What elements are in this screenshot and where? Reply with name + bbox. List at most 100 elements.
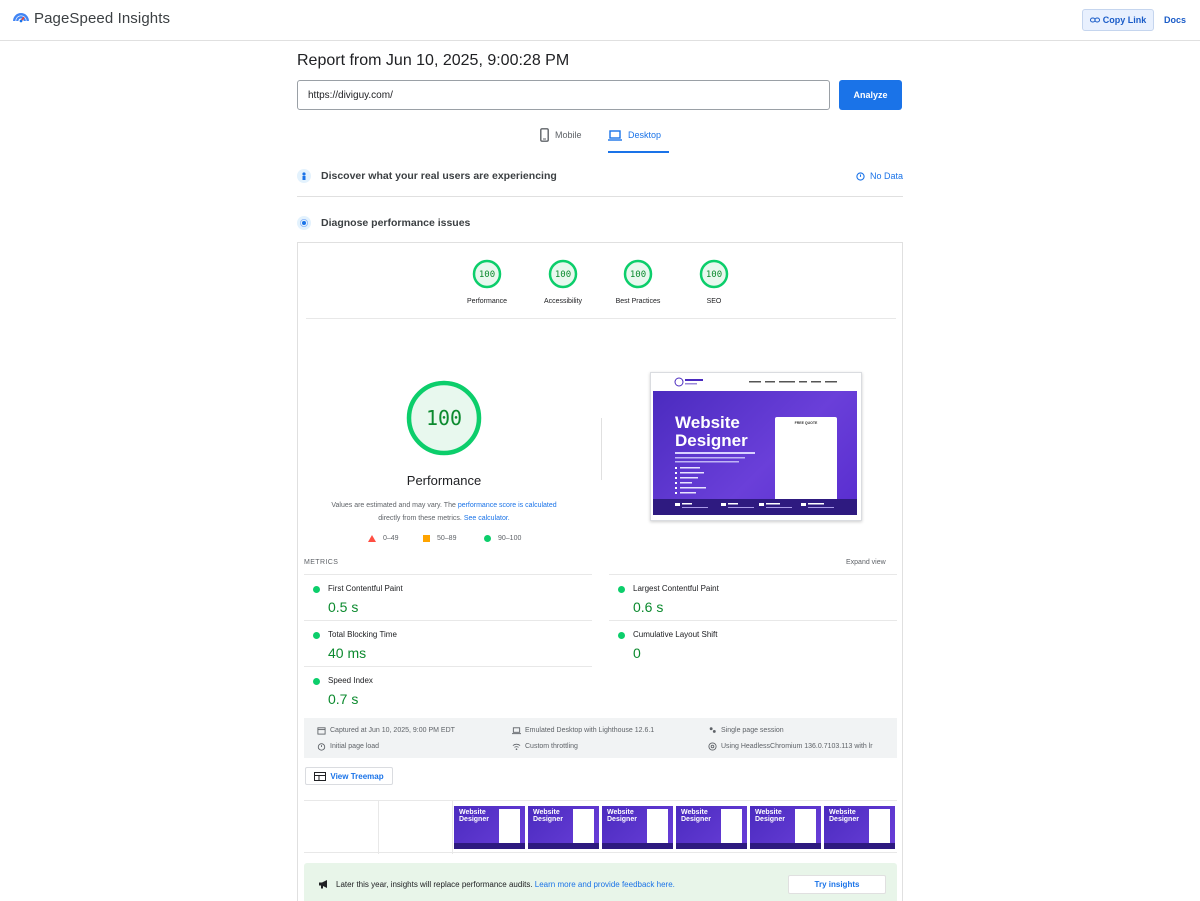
metric-si-value: 0.7 s [328,691,359,707]
metric-si-name: Speed Index [328,676,373,685]
load-info: Initial page load [317,742,379,751]
filmstrip-frame: Website Designer [749,805,822,850]
browser-text: Using HeadlessChromium 136.0.7103.113 wi… [721,743,873,750]
view-treemap-button[interactable]: View Treemap [305,767,393,785]
performance-note: Values are estimated and may vary. The p… [318,499,570,525]
diagnose-title: Diagnose performance issues [321,217,471,229]
top-bar: PageSpeed Insights Copy Link Docs [0,0,1200,41]
filmstrip-empty-cell [304,801,379,854]
filmstrip: Website Designer Website Designer Website D… [304,800,897,854]
pass-dot-icon [618,632,625,639]
metric-fcp-value: 0.5 s [328,599,359,615]
report-title: Report from Jun 10, 2025, 9:00:28 PM [297,52,570,69]
expand-view-toggle[interactable]: Expand view [846,559,886,566]
pass-dot-icon [313,586,320,593]
best-practices-score: 100 [630,270,646,280]
metric-tbt: Total Blocking Time 40 ms [304,620,592,666]
app-title: PageSpeed Insights [34,9,171,27]
performance-label: Performance [466,298,508,305]
screenshot-hero: Website Designer FREE QUOTE [653,391,857,509]
phone-icon [540,128,549,142]
calendar-icon [317,727,326,735]
try-insights-button[interactable]: Try insights [788,875,886,894]
pass-dot-icon [313,632,320,639]
filmstrip-frame: Website Designer [601,805,674,850]
legend-fail: 0–49 [368,535,399,542]
filmstrip-frame: Website Designer [453,805,526,850]
seo-label: SEO [706,298,722,305]
no-data-label: No Data [869,171,903,181]
docs-link[interactable]: Docs [1164,15,1186,25]
session-info: Single page session [708,726,784,735]
copy-link-button[interactable]: Copy Link [1082,9,1154,31]
laptop-small-icon [512,727,521,735]
crux-section[interactable]: Discover what your real users are experi… [297,169,903,183]
screenshot-footer [653,499,857,515]
analyze-button[interactable]: Analyze [839,80,902,110]
pass-dot-icon [618,586,625,593]
metric-tbt-value: 40 ms [328,645,367,661]
screenshot-headline: Website Designer [675,414,748,450]
metric-lcp-value: 0.6 s [633,599,664,615]
captured-text: Captured at Jun 10, 2025, 9:00 PM EDT [330,727,455,734]
crux-title: Discover what your real users are experi… [321,170,557,182]
metric-fcp-name: First Contentful Paint [328,584,403,593]
screenshot-quote-form: FREE QUOTE [775,417,837,509]
pass-dot-icon [313,678,320,685]
note-prefix: Values are estimated and may vary. The [331,502,458,509]
final-screenshot[interactable]: Website Designer FREE QUOTE [650,372,862,521]
accessibility-score: 100 [555,270,571,280]
emulated-info: Emulated Desktop with Lighthouse 12.6.1 [512,726,654,735]
no-data-link[interactable]: No Data [856,171,903,181]
throttling-info: Custom throttling [512,742,578,751]
tab-mobile[interactable]: Mobile [540,128,582,154]
insights-message: Later this year, insights will replace p… [318,879,675,889]
see-calculator-link[interactable]: See calculator. [464,515,510,522]
link-icon [1089,17,1100,23]
screenshot-nav [651,373,861,391]
emulated-text: Emulated Desktop with Lighthouse 12.6.1 [525,727,655,734]
pagespeed-logo-icon [13,13,29,23]
legend-average: 50–89 [423,535,456,542]
tab-desktop[interactable]: Desktop [608,128,670,154]
diagnose-icon [297,216,311,230]
metric-cls-name: Cumulative Layout Shift [633,630,718,639]
average-square-icon [423,535,430,542]
gauge-screenshot-separator [601,418,602,480]
captured-info: Captured at Jun 10, 2025, 9:00 PM EDT [317,726,455,735]
load-text: Initial page load [330,743,380,750]
clock-icon [856,171,865,181]
people-icon [709,727,716,733]
accessibility-label: Accessibility [543,298,583,305]
wifi-icon [512,743,521,751]
seo-gauge: 100 [699,259,729,289]
legend-average-range: 50–89 [437,535,457,542]
insights-text: Later this year, insights will replace p… [336,879,533,889]
seo-score: 100 [706,270,722,280]
insights-feedback-link[interactable]: Learn more and provide feedback here. [535,880,675,889]
performance-big-gauge: 100 [406,380,482,456]
metric-lcp-name: Largest Contentful Paint [633,584,719,593]
tab-desktop-label: Desktop [628,130,662,140]
users-icon [297,169,311,183]
url-input[interactable] [297,80,830,110]
brand[interactable]: PageSpeed Insights [12,9,170,27]
copy-link-label: Copy Link [1102,15,1147,25]
browser-info: Using HeadlessChromium 136.0.7103.113 wi… [708,742,873,751]
diagnose-section: Diagnose performance issues [297,216,903,230]
metric-fcp: First Contentful Paint 0.5 s [304,574,592,620]
accessibility-gauge: 100 [548,259,578,289]
treemap-icon [314,771,327,781]
tab-mobile-label: Mobile [555,130,582,140]
headline-line2: Designer [675,431,748,450]
legend-pass-range: 90–100 [498,535,522,542]
fail-triangle-icon [368,535,376,542]
filmstrip-empty-cell [379,801,453,854]
megaphone-icon [319,880,327,889]
throttling-text: Custom throttling [525,743,578,750]
metric-cls-value: 0 [633,645,641,661]
quote-form-title: FREE QUOTE [794,421,818,425]
score-calculated-link[interactable]: performance score is calculated [458,502,557,509]
metric-tbt-name: Total Blocking Time [328,630,397,639]
pass-circle-icon [484,535,491,542]
